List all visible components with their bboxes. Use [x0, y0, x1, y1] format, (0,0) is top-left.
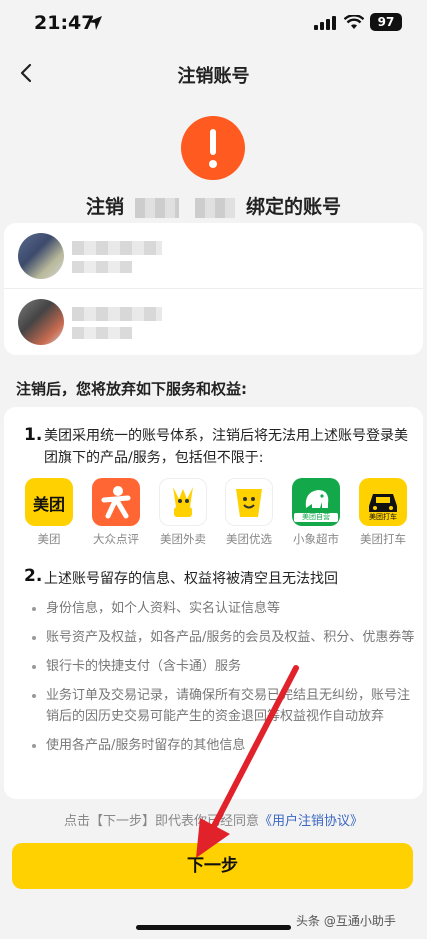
wifi-icon [344, 15, 364, 29]
app-meituan: 美团 美团 [19, 478, 79, 547]
app-label: 美团 [37, 532, 61, 546]
app-label: 美团外卖 [160, 532, 206, 546]
youxuan-app-icon [225, 478, 273, 526]
app-xiaoxiang: 美团自营 小象超市 [286, 478, 346, 547]
redacted-phone-part [195, 197, 236, 218]
list-item: 业务订单及交易记录，请确保所有交易已完结且无纠纷，账号注销后的因历史交易可能产生… [30, 685, 415, 727]
xiaoxiang-app-icon: 美团自营 [292, 478, 340, 526]
heading-suffix: 绑定的账号 [245, 196, 341, 218]
home-indicator [136, 925, 291, 930]
bound-accounts-card [4, 223, 423, 355]
battery-indicator: 97 [370, 13, 402, 31]
point2-text: 上述账号留存的信息、权益将被清空且无法找回 [44, 571, 338, 587]
rights-card: 1. 美团采用统一的账号体系，注销后将无法用上述账号登录美团旗下的产品/服务，包… [4, 407, 423, 799]
lost-items-list: 身份信息，如个人资料、实名认证信息等 账号资产及权益，如各产品/服务的会员及权益… [30, 598, 415, 764]
icon-text: 美团 [32, 495, 65, 514]
heading-prefix: 注销 [86, 196, 125, 218]
app-label: 大众点评 [93, 532, 139, 546]
watermark: 头条 @互通小助手 [296, 914, 396, 928]
app-dache: 美团打车 美团打车 [353, 478, 413, 547]
dianping-app-icon [92, 478, 140, 526]
cancel-heading: 注销 绑定的账号 [0, 192, 427, 219]
nav-bar: 注销账号 [0, 50, 427, 96]
app-label: 小象超市 [293, 532, 339, 546]
point-number: 2. [24, 566, 43, 586]
redacted-account-name [72, 307, 162, 321]
list-item: 身份信息，如个人资料、实名认证信息等 [30, 598, 415, 619]
waimai-app-icon [159, 478, 207, 526]
app-label: 美团优选 [226, 532, 272, 546]
agreement-text: 点击【下一步】即代表你已经同意 [63, 814, 259, 829]
point1-text: 美团采用统一的账号体系，注销后将无法用上述账号登录美团旗下的产品/服务，包括但不… [44, 428, 408, 466]
list-item: 使用各产品/服务时留存的其他信息 [30, 735, 415, 756]
warning-icon [181, 116, 245, 180]
redacted-phone-part [134, 197, 179, 218]
avatar [18, 233, 64, 279]
meituan-app-icon: 美团 [25, 478, 73, 526]
agreement-link[interactable]: 《用户注销协议》 [259, 814, 363, 829]
bound-account-item [4, 223, 423, 289]
app-youxuan: 美团优选 [219, 478, 279, 547]
avatar [18, 299, 64, 345]
icon-text: 美团自营 [294, 513, 338, 522]
bound-account-item [4, 289, 423, 355]
location-arrow-icon [88, 16, 102, 30]
redacted-account-detail [72, 261, 132, 273]
next-step-button[interactable]: 下一步 [12, 843, 413, 889]
point-number: 1. [24, 425, 43, 445]
app-label: 美团打车 [360, 532, 406, 546]
status-time: 21:47 [34, 12, 95, 34]
redacted-account-detail [72, 327, 132, 339]
page-title: 注销账号 [177, 66, 250, 87]
app-waimai: 美团外卖 [153, 478, 213, 547]
section-title: 注销后，您将放弃如下服务和权益: [16, 380, 248, 398]
cellular-signal-icon [314, 16, 336, 30]
apps-row: 美团 美团 大众点评 美团外卖 美团优选 美团自营 小象超市 美团打车 美团打车 [19, 478, 414, 548]
icon-text: 美团打车 [369, 513, 397, 521]
list-item: 银行卡的快捷支付（含卡通）服务 [30, 656, 415, 677]
app-dianping: 大众点评 [86, 478, 146, 547]
status-bar: 21:47 97 [0, 0, 427, 44]
list-item: 账号资产及权益，如各产品/服务的会员及权益、积分、优惠券等 [30, 627, 415, 648]
dache-app-icon: 美团打车 [359, 478, 407, 526]
redacted-account-name [72, 241, 162, 255]
agreement-notice: 点击【下一步】即代表你已经同意《用户注销协议》 [0, 810, 427, 829]
